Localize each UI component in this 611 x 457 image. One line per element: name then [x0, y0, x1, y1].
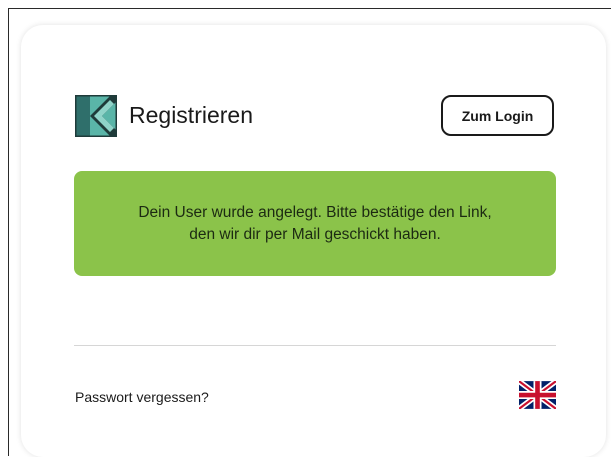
forgot-password-link[interactable]: Passwort vergessen?	[75, 389, 209, 405]
k-logo-icon	[75, 95, 117, 137]
alert-message-line2: den wir dir per Mail geschickt haben.	[189, 225, 441, 243]
alert-message-line1: Dein User wurde angelegt. Bitte bestätig…	[138, 203, 492, 221]
divider	[74, 345, 556, 346]
uk-flag-icon[interactable]	[519, 381, 556, 409]
login-button[interactable]: Zum Login	[441, 95, 554, 136]
page-title: Registrieren	[129, 102, 253, 128]
success-alert: Dein User wurde angelegt. Bitte bestätig…	[74, 171, 556, 276]
